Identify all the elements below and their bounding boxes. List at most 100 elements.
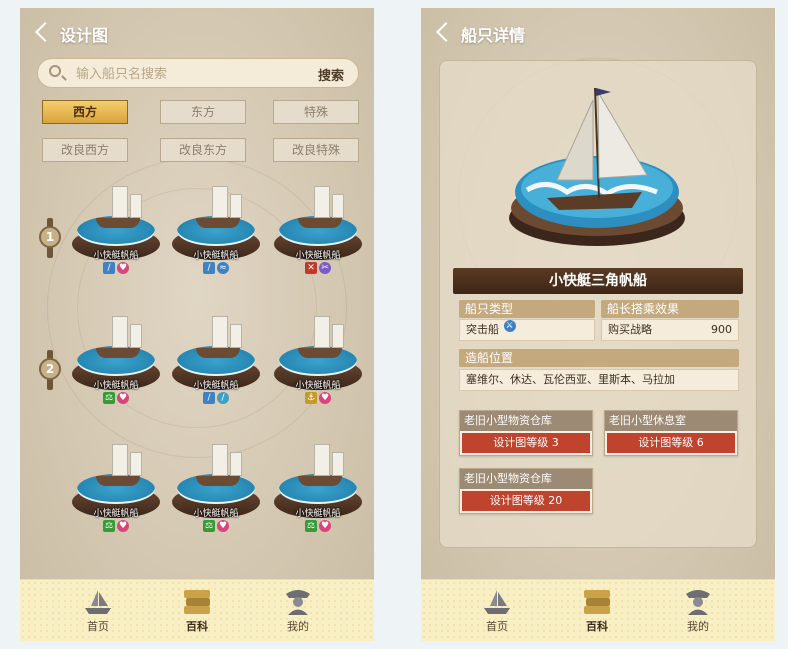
back-icon[interactable] <box>35 22 55 42</box>
ship-sail <box>112 186 128 218</box>
filter-improved-west[interactable]: 改良西方 <box>42 138 128 162</box>
ship-card[interactable]: 小快艇帆船 / ≈ <box>172 178 262 290</box>
ship-hull <box>298 348 342 358</box>
room-card[interactable]: 老旧小型物资仓库 设计图等级 20 <box>459 468 593 514</box>
ship-card[interactable]: 小快艇帆船 ⚖ ♥ <box>172 436 262 548</box>
scale-icon: ⚖ <box>103 520 115 532</box>
sword-icon: / <box>203 262 215 274</box>
anchor-icon: ⚓ <box>305 392 317 404</box>
ship-name: 小快艇帆船 <box>193 509 239 519</box>
ship-sail <box>314 444 330 476</box>
assault-icon: ⚔ <box>503 320 516 332</box>
nav-wiki[interactable]: 百科 <box>567 586 627 640</box>
ship-sail <box>212 444 228 476</box>
ship-card[interactable]: 小快艇帆船 ⚖ ♥ <box>274 436 364 548</box>
ship-sail <box>332 452 344 476</box>
room-card[interactable]: 老旧小型物资仓库 设计图等级 3 <box>459 410 593 456</box>
filter-east[interactable]: 东方 <box>160 100 246 124</box>
ship-sail <box>332 324 344 348</box>
bottom-nav: 首页 百科 我的 <box>20 579 374 641</box>
wave-icon: ≈ <box>217 262 229 274</box>
ship-name: 小快艇帆船 <box>295 381 341 391</box>
ship-sail <box>112 444 128 476</box>
back-icon[interactable] <box>436 22 456 42</box>
nav-wiki-label: 百科 <box>186 620 208 633</box>
scale-icon: ⚖ <box>203 520 215 532</box>
tier-marker: 1 <box>37 218 63 258</box>
ship-sail <box>130 194 142 218</box>
sword-icon: / <box>103 262 115 274</box>
room-level: 设计图等级 20 <box>462 491 590 511</box>
bottom-nav: 首页 百科 我的 <box>421 579 775 641</box>
captain-effect-name: 购买战略 <box>608 323 652 336</box>
ship-type-label: 船只类型 <box>459 300 595 318</box>
header: 船只详情 <box>421 8 775 60</box>
nav-mine[interactable]: 我的 <box>668 586 728 640</box>
ship-name: 小快艇帆船 <box>193 381 239 391</box>
ship-sail <box>314 186 330 218</box>
filter-improved-special[interactable]: 改良特殊 <box>273 138 359 162</box>
ship-tags: ⚓ ♥ <box>274 392 362 411</box>
build-location-value: 塞维尔、休达、瓦伦西亚、里斯本、马拉加 <box>459 369 739 391</box>
captain-icon <box>686 590 710 615</box>
ship-hull <box>96 476 140 486</box>
ship-tags: ⚖ ♥ <box>172 520 260 539</box>
ship-detail-screen: 船只详情 小快艇三角帆船 船只类型 突击船 ⚔ 船长搭乘效果 购买战略 900 … <box>421 8 775 641</box>
wrench-icon: / <box>217 392 229 404</box>
nav-wiki[interactable]: 百科 <box>167 586 227 640</box>
tier-marker: 2 <box>37 350 63 390</box>
ship-card[interactable]: 小快艇帆船 ⚓ ♥ <box>274 308 364 420</box>
ship-hull <box>96 218 140 228</box>
ship-sail <box>112 316 128 348</box>
ship-card[interactable]: 小快艇帆船 ⚖ ♥ <box>72 308 162 420</box>
captain-icon <box>286 590 310 615</box>
search-bar: 搜索 <box>37 58 359 88</box>
ship-tags: ✕ ✂ <box>274 262 362 281</box>
room-name: 老旧小型物资仓库 <box>460 411 592 431</box>
search-input[interactable] <box>76 64 296 84</box>
ship-hull <box>298 218 342 228</box>
ship-sail <box>230 324 242 348</box>
ship-name: 小快艇三角帆船 <box>453 268 743 294</box>
room-card[interactable]: 老旧小型休息室 设计图等级 6 <box>604 410 738 456</box>
nav-mine-label: 我的 <box>687 620 709 633</box>
ship-tags: ⚖ ♥ <box>72 520 160 539</box>
ship-card[interactable]: 小快艇帆船 / ♥ <box>72 178 162 290</box>
heart-icon: ♥ <box>319 520 331 532</box>
ship-sail <box>212 316 228 348</box>
tier-number: 1 <box>39 226 61 248</box>
ship-name: 小快艇帆船 <box>193 251 239 261</box>
nav-mine[interactable]: 我的 <box>268 586 328 640</box>
filter-improved-east[interactable]: 改良东方 <box>160 138 246 162</box>
ship-name: 小快艇帆船 <box>93 251 139 261</box>
ship-tags: ⚖ ♥ <box>72 392 160 411</box>
ship-type-value: 突击船 <box>466 323 499 336</box>
ship-hull <box>196 476 240 486</box>
search-button[interactable]: 搜索 <box>318 65 344 84</box>
filter-special[interactable]: 特殊 <box>273 100 359 124</box>
ship-type-field: 突击船 ⚔ <box>459 319 595 341</box>
ship-tags: / / <box>172 392 260 411</box>
nav-home[interactable]: 首页 <box>467 586 527 640</box>
filter-west[interactable]: 西方 <box>42 100 128 124</box>
ship-hull <box>196 348 240 358</box>
scale-icon: ⚖ <box>305 520 317 532</box>
build-location-label: 造船位置 <box>459 349 739 367</box>
ship-card[interactable]: 小快艇帆船 ⚖ ♥ <box>72 436 162 548</box>
room-level: 设计图等级 6 <box>607 433 735 453</box>
room-level: 设计图等级 3 <box>462 433 590 453</box>
heart-icon: ♥ <box>117 392 129 404</box>
ship-model-image <box>509 87 685 246</box>
nav-home[interactable]: 首页 <box>68 586 128 640</box>
ship-sail <box>230 452 242 476</box>
ship-sail <box>332 194 344 218</box>
ship-card[interactable]: 小快艇帆船 ✕ ✂ <box>274 178 364 290</box>
ship-hull <box>298 476 342 486</box>
ship-name: 小快艇帆船 <box>93 381 139 391</box>
captain-effect-label: 船长搭乘效果 <box>601 300 739 318</box>
ship-sail <box>230 194 242 218</box>
ship-name: 小快艇帆船 <box>295 251 341 261</box>
ship-card[interactable]: 小快艇帆船 / / <box>172 308 262 420</box>
ship-icon <box>484 590 510 614</box>
ship-hull <box>96 348 140 358</box>
